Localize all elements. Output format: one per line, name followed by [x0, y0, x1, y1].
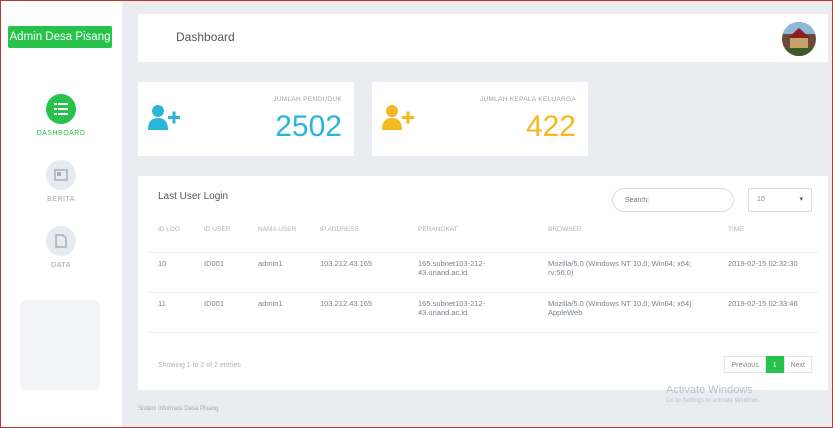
- previous-button[interactable]: Previous: [724, 356, 766, 373]
- table-cell: ID001: [194, 252, 248, 293]
- search-input[interactable]: [612, 188, 734, 212]
- pagination: Previous 1 Next: [724, 356, 812, 373]
- column-header[interactable]: BROWSER: [538, 222, 718, 253]
- sidebar-item-data[interactable]: DATA: [0, 226, 122, 269]
- watermark-subtitle: Go to Settings to activate Windows.: [666, 398, 761, 404]
- caret-down-icon: ▾: [799, 196, 803, 203]
- stat-label: JUMLAH PENDUDUK: [273, 96, 342, 103]
- panel-title: Last User Login: [158, 191, 229, 202]
- stat-label: JUMLAH KEPALA KELUARGA: [479, 96, 576, 103]
- column-header[interactable]: TIME: [718, 222, 818, 253]
- add-user-icon: [382, 104, 414, 135]
- stat-value: 2502: [275, 110, 342, 143]
- table-cell: Mozilla/5.0 (Windows NT 10.0; Win64; x64…: [538, 292, 718, 333]
- table-cell: admin1: [248, 292, 310, 333]
- table-cell: ID001: [194, 292, 248, 333]
- sidebar-spacer: [20, 300, 100, 390]
- brand-label[interactable]: Admin Desa Pisang: [8, 26, 112, 48]
- column-header[interactable]: ID USER: [194, 222, 248, 253]
- table-cell: 11: [148, 292, 194, 333]
- page-size-value: 10: [757, 196, 765, 203]
- table-cell: 2019-02-15 02:33:46: [718, 292, 818, 333]
- table-cell: 103.212.43.165: [310, 252, 408, 293]
- login-table: ID LOG ID USER NAMA USER IP ADDRESS PERA…: [148, 222, 818, 333]
- table-cell: 165.subnet103-212-43.unand.ac.id: [408, 292, 538, 333]
- sidebar-item-label: DASHBOARD: [36, 130, 86, 137]
- sidebar-item-berita[interactable]: BERITA: [0, 160, 122, 203]
- table-cell: admin1: [248, 252, 310, 293]
- watermark-title: Activate Windows: [666, 384, 753, 396]
- table-cell: Mozilla/5.0 (Windows NT 10.0; Win64; x64…: [538, 252, 718, 293]
- table-cell: 103.212.43.165: [310, 292, 408, 333]
- table-row: 11 ID001 admin1 103.212.43.165 165.subne…: [148, 292, 818, 333]
- windows-activation-watermark: Activate Windows Go to Settings to activ…: [666, 384, 761, 404]
- column-header[interactable]: NAMA USER: [248, 222, 310, 253]
- table-cell: 10: [148, 252, 194, 293]
- stat-card-kepala-keluarga: JUMLAH KEPALA KELUARGA 422: [372, 82, 588, 156]
- column-header[interactable]: IP ADDRESS: [310, 222, 408, 253]
- stat-value: 422: [525, 110, 576, 143]
- main-area: Dashboard JUMLAH PENDUDUK 2502 JUMLAH KE…: [122, 0, 833, 428]
- top-header: Dashboard: [138, 14, 828, 62]
- page-size-select[interactable]: 10 ▾: [748, 188, 812, 212]
- table-cell: 165.subnet103-212-43.unand.ac.id: [408, 252, 538, 293]
- sidebar-item-dashboard[interactable]: DASHBOARD: [0, 94, 122, 137]
- stat-card-penduduk: JUMLAH PENDUDUK 2502: [138, 82, 354, 156]
- sidebar-item-label: BERITA: [47, 196, 75, 203]
- add-user-icon: [148, 104, 180, 135]
- table-row: 10 ID001 admin1 103.212.43.165 165.subne…: [148, 252, 818, 293]
- table-cell: 2019-02-15 02:32:30: [718, 252, 818, 293]
- column-header[interactable]: ID LOG: [148, 222, 194, 253]
- column-header[interactable]: PERANGKAT: [408, 222, 538, 253]
- sidebar-item-label: DATA: [51, 262, 71, 269]
- page-title: Dashboard: [176, 30, 235, 44]
- list-icon: [46, 94, 76, 124]
- avatar[interactable]: [782, 22, 816, 56]
- last-login-panel: Last User Login 10 ▾ ID LOG ID USER NAMA…: [138, 176, 828, 390]
- news-icon: [46, 160, 76, 190]
- page-1-button[interactable]: 1: [765, 356, 784, 373]
- sidebar: Admin Desa Pisang DASHBOARD BERITA DATA: [0, 0, 122, 428]
- entries-info: Showing 1 to 2 of 2 entries: [158, 362, 241, 369]
- footer-text: Sistem Informasi Desa Pisang: [138, 406, 219, 412]
- table-header-row: ID LOG ID USER NAMA USER IP ADDRESS PERA…: [148, 222, 818, 253]
- next-button[interactable]: Next: [783, 356, 812, 373]
- document-icon: [46, 226, 76, 256]
